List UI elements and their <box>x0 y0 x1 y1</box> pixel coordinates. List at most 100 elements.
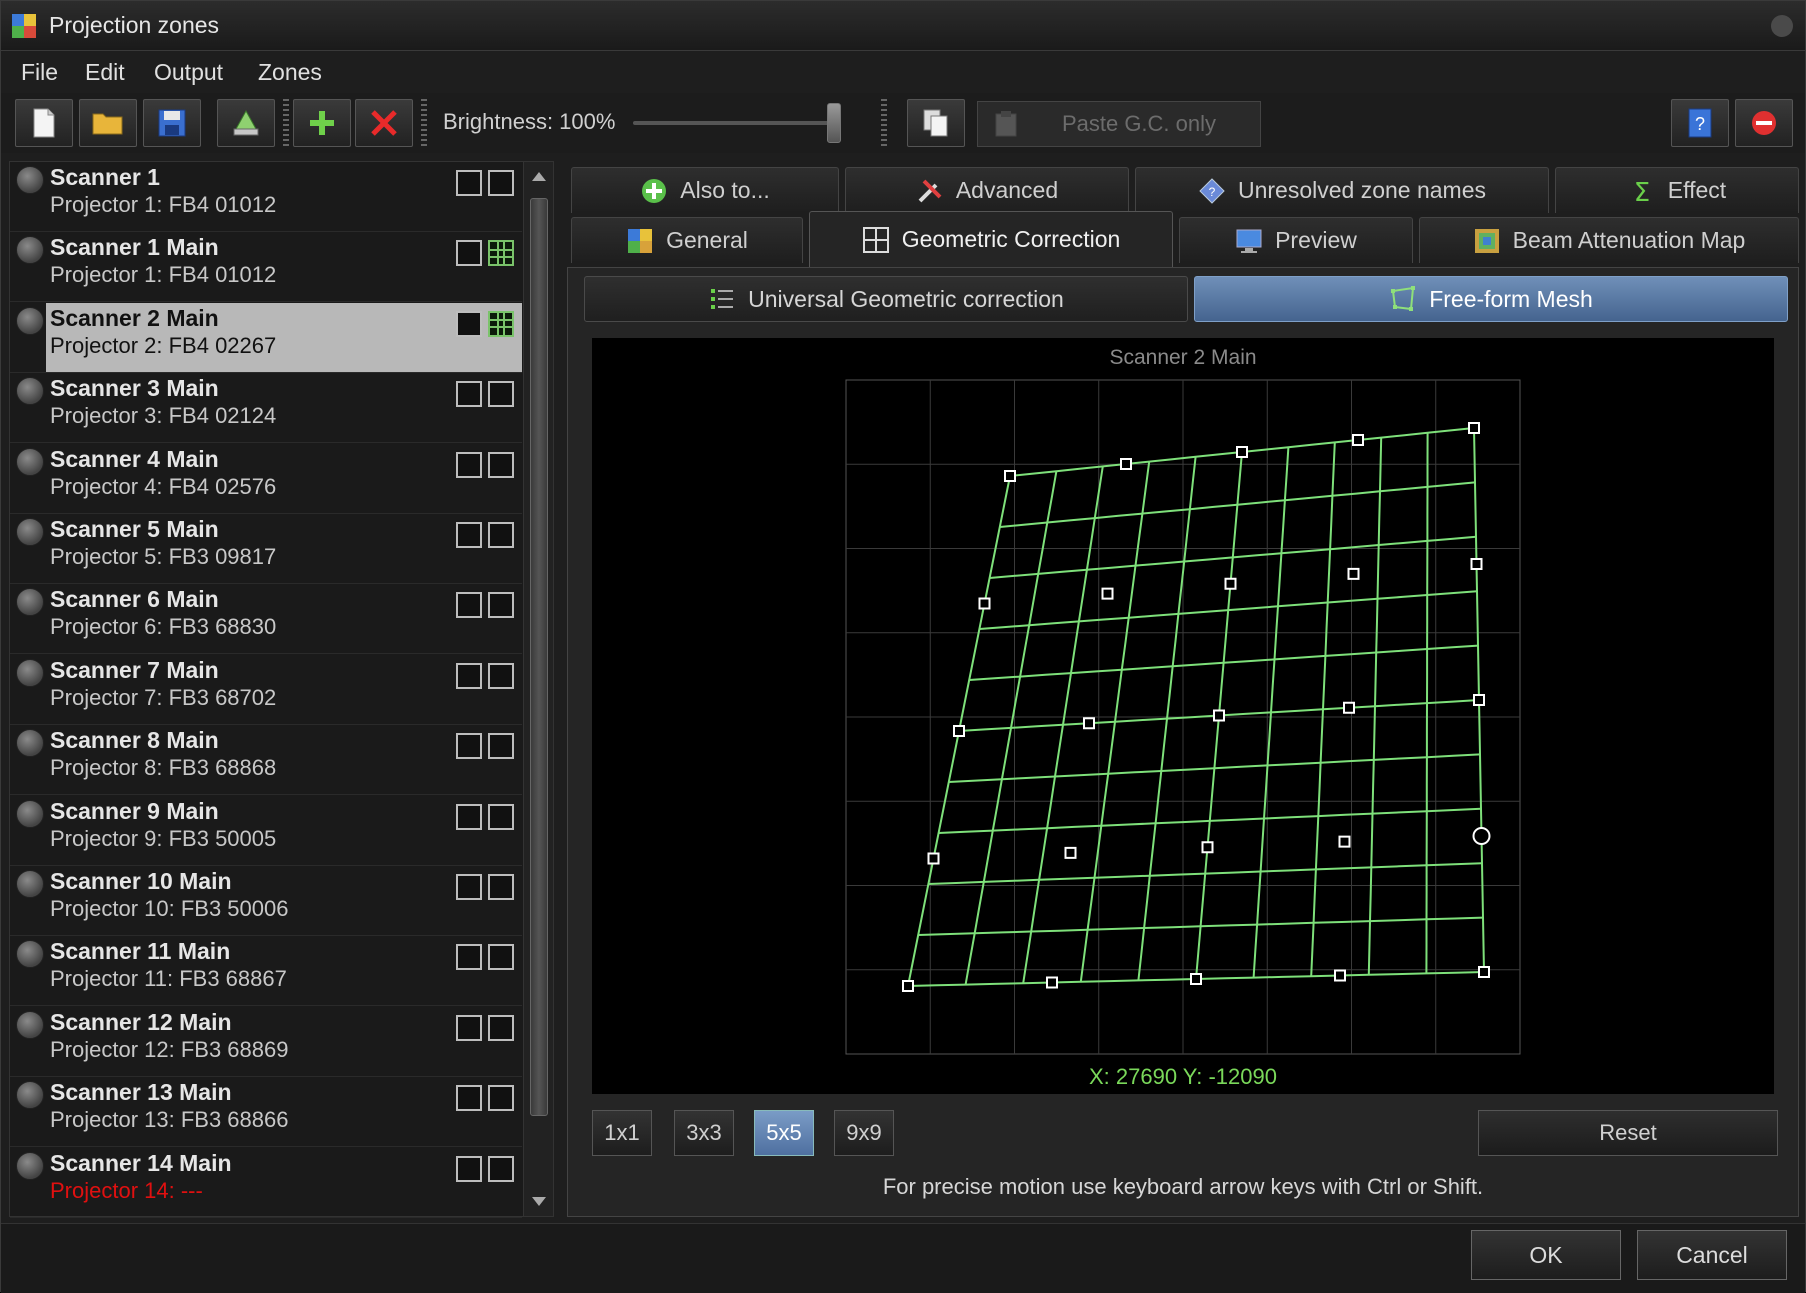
reset-button[interactable]: Reset <box>1478 1110 1778 1156</box>
zone-outline-icon[interactable] <box>488 803 514 830</box>
zone-outline-icon[interactable] <box>456 592 482 619</box>
tab-geometric-correction[interactable]: Geometric Correction <box>809 211 1173 267</box>
zone-outline-icon[interactable] <box>488 874 514 900</box>
stop-button[interactable] <box>1735 99 1793 147</box>
zone-radio-icon[interactable] <box>16 236 44 265</box>
zone-outline-icon[interactable] <box>488 1085 514 1112</box>
mesh-control-point[interactable] <box>1334 969 1346 982</box>
zone-outline-icon[interactable] <box>488 733 514 760</box>
zone-radio-icon[interactable] <box>16 729 44 758</box>
zone-outline-icon[interactable] <box>488 662 514 689</box>
zone-radio-icon[interactable] <box>16 306 44 335</box>
mesh-control-point[interactable] <box>1213 709 1225 722</box>
paste-gc-only-button[interactable]: Paste G.C. only <box>977 101 1261 147</box>
zone-outline-icon[interactable] <box>456 1014 482 1041</box>
zone-outline-icon[interactable] <box>456 874 482 900</box>
zone-outline-icon[interactable] <box>456 1155 482 1182</box>
help-button[interactable]: ? <box>1671 99 1729 147</box>
zone-outline-icon[interactable] <box>456 803 482 830</box>
mesh-control-point[interactable] <box>1064 846 1077 859</box>
mesh-grid-icon[interactable] <box>488 240 514 267</box>
zone-radio-icon[interactable] <box>16 658 44 687</box>
zone-outline-icon[interactable] <box>456 170 482 196</box>
scanner-row[interactable]: Scanner 6 Main Projector 6: FB3 68830 <box>10 584 522 655</box>
scanner-row[interactable]: Scanner 3 Main Projector 3: FB4 02124 <box>10 373 522 444</box>
menu-output[interactable]: Output <box>154 59 223 86</box>
tab-general[interactable]: General <box>571 217 803 263</box>
zone-outline-icon[interactable] <box>488 451 514 478</box>
brightness-slider-track[interactable] <box>633 121 833 125</box>
menu-edit[interactable]: Edit <box>85 59 125 86</box>
scanner-row[interactable]: Scanner 8 Main Projector 8: FB3 68868 <box>10 725 522 796</box>
mesh-control-point[interactable] <box>1338 835 1351 848</box>
grid-9x9-button[interactable]: 9x9 <box>834 1110 894 1156</box>
tab-effect[interactable]: Σ Effect <box>1555 167 1799 213</box>
zone-radio-icon[interactable] <box>16 518 44 546</box>
zone-outline-icon[interactable] <box>456 381 482 408</box>
mesh-control-point[interactable] <box>1004 470 1016 482</box>
scroll-up-arrow-icon[interactable] <box>532 172 546 181</box>
delete-zone-button[interactable] <box>355 99 413 147</box>
mesh-control-point[interactable] <box>1190 973 1202 985</box>
open-button[interactable] <box>79 99 137 147</box>
export-button[interactable] <box>217 99 275 147</box>
tab-unresolved-zone-names[interactable]: ? Unresolved zone names <box>1135 167 1549 213</box>
zone-outline-icon[interactable] <box>456 522 482 548</box>
tab-preview[interactable]: Preview <box>1179 217 1413 263</box>
tab-advanced[interactable]: Advanced <box>845 167 1129 213</box>
menu-zones[interactable]: Zones <box>258 59 322 86</box>
zone-radio-icon[interactable] <box>16 377 44 406</box>
scanner-row[interactable]: Scanner 7 Main Projector 7: FB3 68702 <box>10 655 522 725</box>
save-button[interactable] <box>143 99 201 147</box>
zone-outline-icon[interactable] <box>488 592 514 619</box>
scanner-row[interactable]: Scanner 12 Main Projector 12: FB3 68869 <box>10 1007 522 1077</box>
copy-button[interactable] <box>907 99 965 147</box>
tab-beam-attenuation-map[interactable]: Beam Attenuation Map <box>1419 217 1799 263</box>
mesh-control-point[interactable] <box>1236 446 1248 458</box>
scanner-row[interactable]: Scanner 10 Main Projector 10: FB3 50006 <box>10 866 522 936</box>
cancel-button[interactable]: Cancel <box>1637 1230 1787 1280</box>
mesh-control-point[interactable] <box>1201 841 1214 854</box>
scanner-row[interactable]: Scanner 1 Projector 1: FB4 01012 <box>10 162 522 232</box>
zone-outline-icon[interactable] <box>456 310 482 337</box>
zone-outline-icon[interactable] <box>456 662 482 689</box>
mesh-control-point[interactable] <box>1224 577 1237 590</box>
zone-radio-icon[interactable] <box>16 870 44 898</box>
zone-outline-icon[interactable] <box>456 240 482 267</box>
mesh-control-point[interactable] <box>1468 422 1480 434</box>
scanner-list-scrollbar[interactable] <box>523 162 553 1216</box>
scanner-row[interactable]: Scanner 13 Main Projector 13: FB3 68866 <box>10 1077 522 1148</box>
mesh-control-point[interactable] <box>927 852 940 865</box>
mesh-control-point[interactable] <box>1120 458 1132 470</box>
zone-outline-icon[interactable] <box>488 381 514 408</box>
zone-radio-icon[interactable] <box>16 166 44 194</box>
mesh-control-point[interactable] <box>1347 567 1360 580</box>
zone-radio-icon[interactable] <box>16 940 44 969</box>
scanner-row[interactable]: Scanner 2 Main Projector 2: FB4 02267 <box>10 302 522 373</box>
zone-radio-icon[interactable] <box>16 1151 44 1180</box>
window-close-icon[interactable] <box>1771 15 1793 37</box>
grid-1x1-button[interactable]: 1x1 <box>592 1110 652 1156</box>
mesh-control-point[interactable] <box>1473 694 1485 706</box>
mesh-control-point[interactable] <box>902 980 914 992</box>
scroll-thumb[interactable] <box>530 198 548 1116</box>
mesh-control-point[interactable] <box>1343 701 1355 714</box>
zone-radio-icon[interactable] <box>16 447 44 476</box>
new-button[interactable] <box>15 99 73 147</box>
add-zone-button[interactable] <box>293 99 351 147</box>
scanner-row[interactable]: Scanner 1 Main Projector 1: FB4 01012 <box>10 232 522 303</box>
zone-outline-icon[interactable] <box>456 451 482 478</box>
mesh-control-point[interactable] <box>953 725 965 737</box>
mesh-control-point[interactable] <box>1083 717 1095 730</box>
scanner-row[interactable]: Scanner 14 Main Projector 14: --- <box>10 1148 522 1218</box>
grid-3x3-button[interactable]: 3x3 <box>674 1110 734 1156</box>
mesh-control-point[interactable] <box>1046 976 1058 989</box>
mesh-control-point[interactable] <box>1470 558 1483 570</box>
zone-radio-icon[interactable] <box>16 1010 44 1039</box>
zone-outline-icon[interactable] <box>456 1085 482 1112</box>
subtab-free-form-mesh[interactable]: Free-form Mesh <box>1194 276 1788 322</box>
zone-outline-icon[interactable] <box>488 1155 514 1182</box>
scanner-row[interactable]: Scanner 11 Main Projector 11: FB3 68867 <box>10 936 522 1007</box>
subtab-universal-geometric-correction[interactable]: Universal Geometric correction <box>584 276 1188 322</box>
tab-also-to[interactable]: Also to... <box>571 167 839 213</box>
